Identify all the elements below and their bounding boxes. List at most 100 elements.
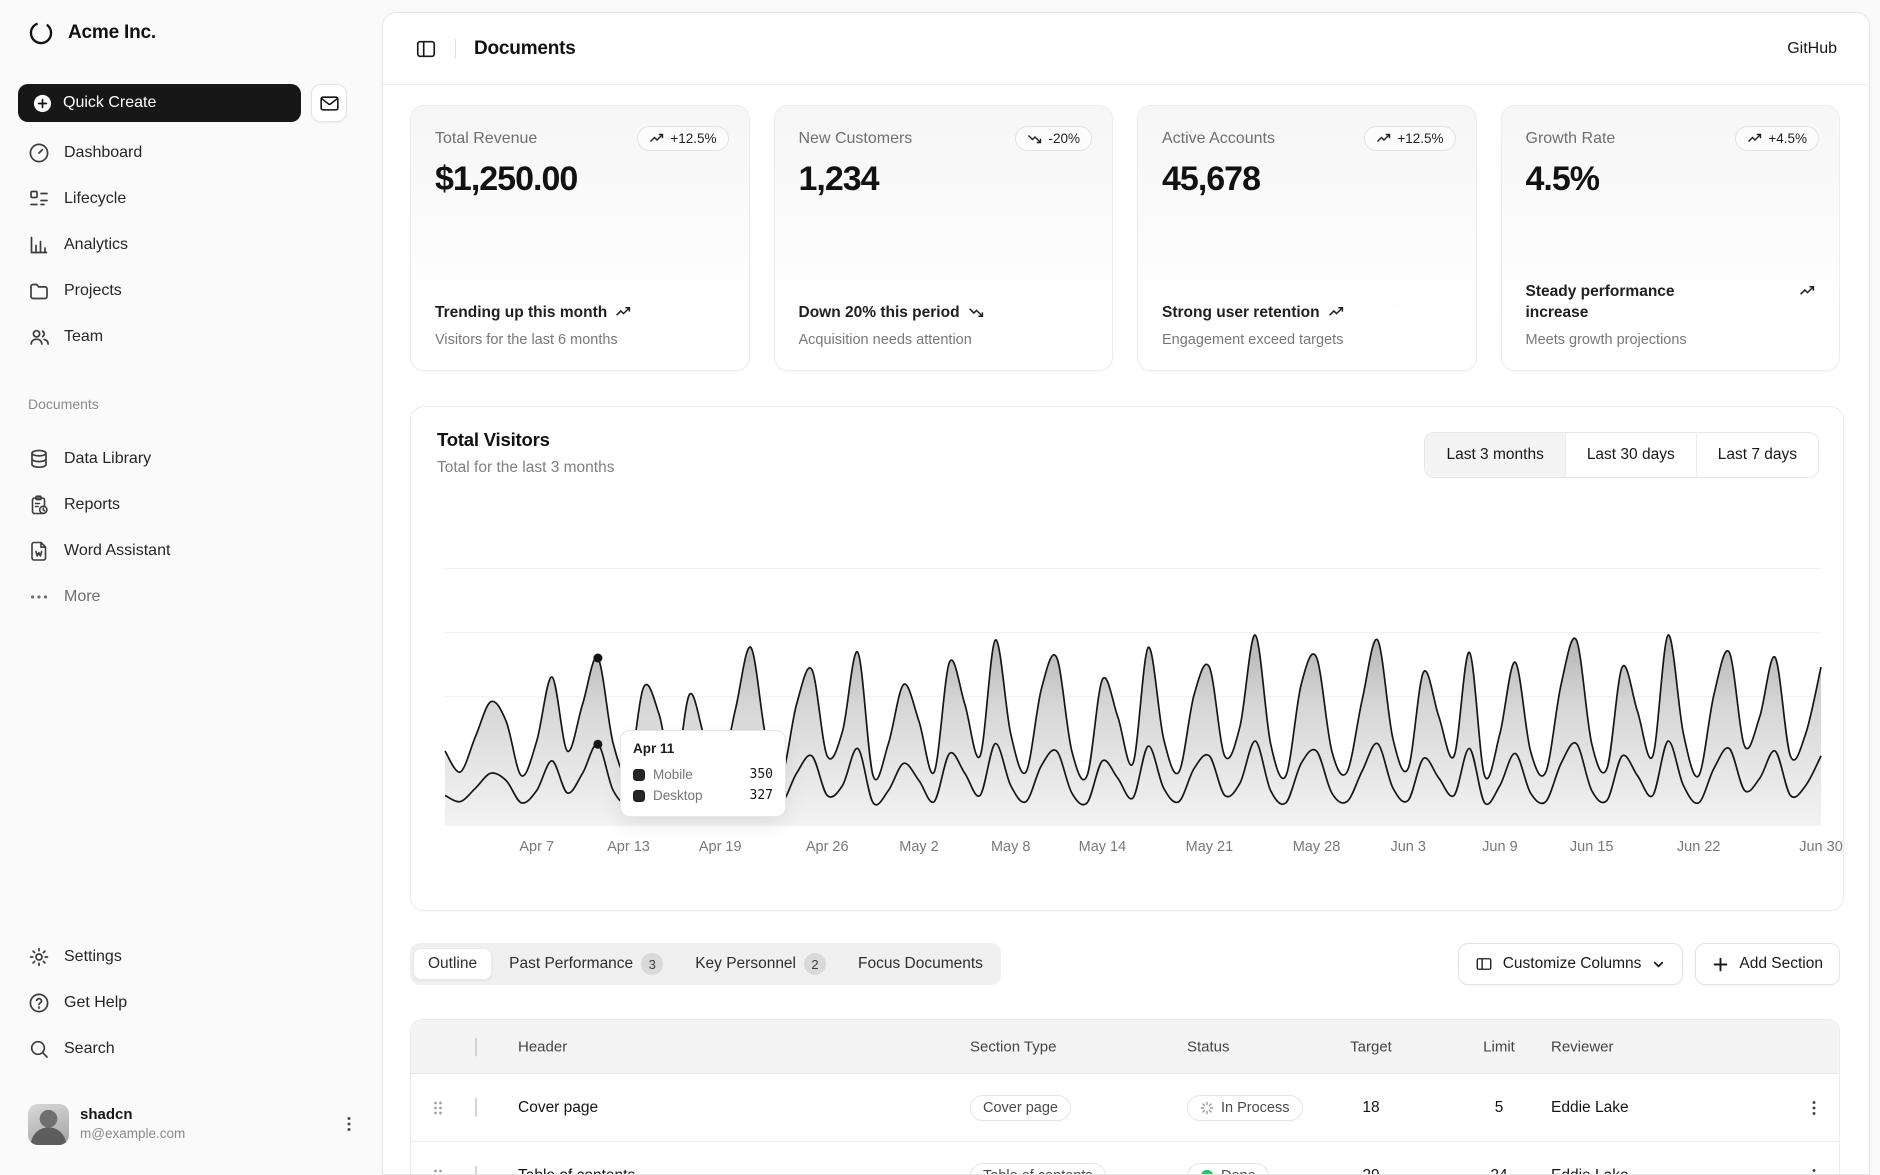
github-link[interactable]: GitHub [1787,40,1837,58]
trend-badge: -20% [1015,126,1092,151]
sidebar-item-analytics[interactable]: Analytics [18,226,362,264]
limit-value[interactable]: 24 [1469,1167,1529,1175]
tooltip-series-value: 327 [750,788,773,803]
row-header-text[interactable]: Table of contents [518,1167,635,1175]
tab-label: Past Performance [509,955,633,973]
reviewer-name[interactable]: Eddie Lake [1551,1099,1629,1117]
circle-plus-icon [32,93,53,114]
tab-label: Key Personnel [695,955,796,973]
badge-value: +12.5% [670,131,716,146]
section-type-badge[interactable]: Table of contents [970,1163,1106,1175]
file-word-icon [28,540,50,562]
sidebar-item-team[interactable]: Team [18,318,362,356]
badge-value: +12.5% [1397,131,1443,146]
tab-focus-documents[interactable]: Focus Documents [843,948,998,980]
column-section-type[interactable]: Section Type [970,1038,1056,1055]
range-last-7-days[interactable]: Last 7 days [1696,433,1818,477]
inbox-button[interactable] [311,84,347,122]
drag-handle-icon[interactable] [431,1167,445,1175]
sidebar-item-reports[interactable]: Reports [18,486,362,524]
select-all-checkbox[interactable] [475,1037,477,1056]
trending-up-icon [649,131,664,146]
mobile-swatch-icon [633,769,645,781]
column-reviewer[interactable]: Reviewer [1551,1038,1614,1055]
customize-columns-label: Customize Columns [1503,955,1642,973]
status-text: Done [1221,1168,1256,1175]
column-header[interactable]: Header [518,1038,567,1055]
section-type-badge[interactable]: Cover page [970,1095,1071,1121]
check-circle-icon [1200,1169,1214,1175]
svg-text:May 21: May 21 [1186,839,1234,855]
sidebar-item-more[interactable]: More [18,578,362,616]
row-actions-icon[interactable] [1805,1167,1823,1175]
sidebar-item-word-assistant[interactable]: Word Assistant [18,532,362,570]
tab-label: Focus Documents [858,955,983,973]
column-limit[interactable]: Limit [1469,1038,1529,1055]
sidebar-item-settings[interactable]: Settings [18,938,362,976]
sidebar-item-data-library[interactable]: Data Library [18,440,362,478]
sidebar-item-label: Dashboard [64,144,142,162]
brand[interactable]: Acme Inc. [28,20,156,46]
search-icon [28,1038,50,1060]
sidebar-item-dashboard[interactable]: Dashboard [18,134,362,172]
target-value[interactable]: 18 [1331,1099,1411,1117]
more-vertical-icon[interactable] [340,1115,358,1133]
quick-create-button[interactable]: Quick Create [18,84,301,122]
stat-line1: Strong user retention [1162,302,1320,324]
sidebar-item-label: Lifecycle [64,190,126,208]
row-actions-icon[interactable] [1805,1099,1823,1117]
reviewer-name[interactable]: Eddie Lake [1551,1167,1629,1175]
tab-key-personnel[interactable]: Key Personnel 2 [680,946,841,982]
user-email: m@example.com [80,1125,185,1143]
stat-card-growth-rate: Growth Rate +4.5% 4.5% Steady performanc… [1501,105,1841,371]
sidebar-item-lifecycle[interactable]: Lifecycle [18,180,362,218]
brand-name: Acme Inc. [68,22,156,44]
customize-columns-button[interactable]: Customize Columns [1458,943,1684,985]
gear-icon [28,946,50,968]
svg-text:Apr 7: Apr 7 [519,839,554,855]
column-status[interactable]: Status [1187,1038,1230,1055]
tab-count-badge: 3 [641,953,663,975]
sidebar-documents-nav: Data Library Reports Word Assistant More [18,440,362,624]
status-badge[interactable]: Done [1187,1163,1269,1175]
svg-text:Apr 19: Apr 19 [699,839,742,855]
user-name: shadcn [80,1106,185,1125]
tab-past-performance[interactable]: Past Performance 3 [494,946,678,982]
svg-text:May 8: May 8 [991,839,1030,855]
tooltip-row-mobile: Mobile 350 [633,764,773,785]
drag-handle-icon[interactable] [431,1099,445,1117]
sidebar-item-label: Get Help [64,994,127,1012]
tab-count-badge: 2 [804,953,826,975]
stat-card-total-revenue: Total Revenue +12.5% $1,250.00 Trending … [410,105,750,371]
range-last-3-months[interactable]: Last 3 months [1425,433,1564,477]
list-todo-icon [28,188,50,210]
row-header-text[interactable]: Cover page [518,1099,598,1117]
target-value[interactable]: 29 [1331,1167,1411,1175]
stat-value: 4.5% [1526,160,1816,199]
column-target[interactable]: Target [1331,1038,1411,1055]
sidebar-toggle-icon[interactable] [415,38,437,60]
stat-line2: Engagement exceed targets [1162,332,1452,348]
avatar [28,1104,69,1145]
badge-value: +4.5% [1768,131,1807,146]
user-menu[interactable]: shadcn m@example.com [18,1096,362,1152]
add-section-label: Add Section [1739,955,1823,973]
tab-outline[interactable]: Outline [413,948,492,980]
row-checkbox[interactable] [475,1166,477,1175]
help-circle-icon [28,992,50,1014]
limit-value[interactable]: 5 [1469,1099,1529,1117]
stat-line1: Down 20% this period [799,302,960,324]
sidebar-item-projects[interactable]: Projects [18,272,362,310]
sidebar-main-nav: Dashboard Lifecycle Analytics Projects T… [18,134,362,364]
badge-value: -20% [1048,131,1080,146]
add-section-button[interactable]: Add Section [1695,943,1840,985]
row-checkbox[interactable] [475,1098,477,1117]
sidebar-item-label: Word Assistant [64,542,170,560]
sidebar-item-label: More [64,588,100,606]
tooltip-series-label: Mobile [653,767,693,782]
status-badge[interactable]: In Process [1187,1095,1303,1121]
svg-text:Jun 22: Jun 22 [1677,839,1721,855]
range-last-30-days[interactable]: Last 30 days [1565,433,1696,477]
sidebar-item-get-help[interactable]: Get Help [18,984,362,1022]
sidebar-item-search[interactable]: Search [18,1030,362,1068]
